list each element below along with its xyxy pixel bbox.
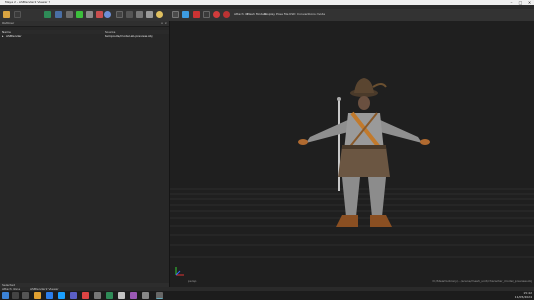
- terminal-icon[interactable]: [94, 292, 101, 299]
- explorer-icon[interactable]: [34, 292, 41, 299]
- taskbar: 15:42 11/05/2024: [0, 291, 534, 300]
- light-icon[interactable]: [146, 11, 153, 18]
- browser-icon[interactable]: [46, 292, 53, 299]
- stop-icon[interactable]: [213, 11, 220, 18]
- tray-date[interactable]: 11/05/2024: [515, 295, 532, 299]
- move-icon[interactable]: [116, 11, 123, 18]
- red-circle-icon[interactable]: [223, 11, 230, 18]
- file-path-label: D:/SteamLibrary/.../scene/mesh_unit/char…: [432, 279, 532, 283]
- toolbar-display[interactable]: Display: [264, 12, 275, 17]
- bulb-icon[interactable]: [156, 11, 163, 18]
- green-square-icon[interactable]: [76, 11, 83, 18]
- active-app-icon[interactable]: [156, 292, 163, 299]
- expand-arrow-icon[interactable]: ▸: [2, 34, 4, 38]
- row-name: ASBlender: [6, 34, 22, 38]
- folder-icon[interactable]: [3, 11, 10, 18]
- toolbar-conventions-mode[interactable]: Conventions mode: [297, 12, 325, 17]
- outliner-header: Outliner ▫ ×: [0, 21, 169, 27]
- grid-icon[interactable]: [44, 11, 51, 18]
- camera-label: persp: [188, 279, 197, 283]
- system-tray: 15:42 11/05/2024: [492, 291, 532, 300]
- outliner-panel: Outliner ▫ × Name Source ▸ ASBlender tem…: [0, 21, 170, 287]
- start-icon[interactable]: [2, 292, 9, 299]
- app-2-icon[interactable]: [118, 292, 125, 299]
- sphere-icon[interactable]: [104, 11, 111, 18]
- search-icon[interactable]: [12, 292, 19, 299]
- app-icon[interactable]: [106, 292, 113, 299]
- toolbar-usd[interactable]: USD: [289, 12, 295, 17]
- outliner-title: Outliner: [2, 21, 15, 25]
- frame-icon[interactable]: [203, 11, 210, 18]
- mesh-icon[interactable]: [55, 11, 62, 18]
- outliner-row[interactable]: ▸ ASBlender tempouts/model.ab.preview.ob…: [0, 34, 169, 38]
- character-model: [298, 78, 430, 227]
- task-view-icon[interactable]: [22, 292, 29, 299]
- camera-icon[interactable]: [14, 11, 21, 18]
- app-3-icon[interactable]: [130, 292, 137, 299]
- red-tool-icon[interactable]: [96, 11, 103, 18]
- rotate-icon[interactable]: [126, 11, 133, 18]
- row-source: tempouts/model.ab.preview.obj: [105, 34, 153, 38]
- record-icon[interactable]: [193, 11, 200, 18]
- steam-icon[interactable]: [58, 292, 65, 299]
- media-icon[interactable]: [82, 292, 89, 299]
- axis-gizmo-icon: [175, 267, 184, 276]
- 3d-viewport[interactable]: persp D:/SteamLibrary/.../scene/mesh_uni…: [170, 21, 534, 287]
- select-icon[interactable]: [66, 11, 73, 18]
- viewport-canvas[interactable]: [170, 21, 534, 287]
- pin-icon[interactable]: ▫: [161, 21, 163, 26]
- blue-tool-icon[interactable]: [182, 11, 189, 18]
- toolbar-pose-file[interactable]: Pose file: [276, 12, 288, 17]
- app-4-icon[interactable]: [142, 292, 149, 299]
- close-panel-icon[interactable]: ×: [164, 21, 167, 26]
- chat-icon[interactable]: [70, 292, 77, 299]
- snap-icon[interactable]: [172, 11, 179, 18]
- scale-icon[interactable]: [136, 11, 143, 18]
- wireframe-icon[interactable]: [86, 11, 93, 18]
